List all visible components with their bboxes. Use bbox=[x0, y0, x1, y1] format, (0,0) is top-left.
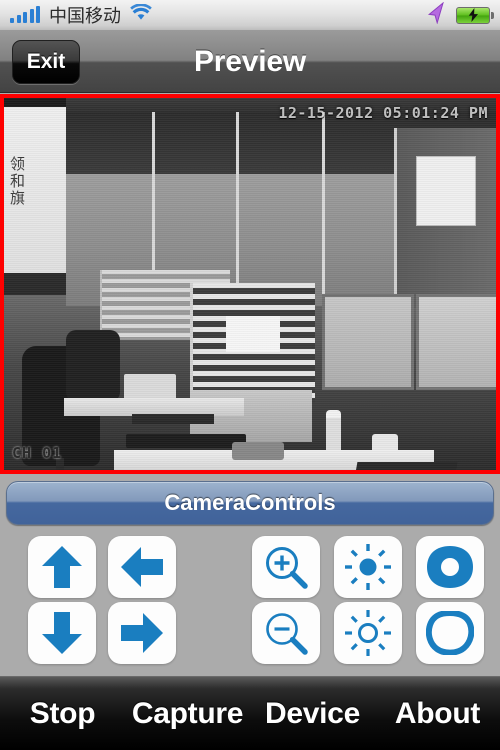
tab-bar: Stop Capture Device About bbox=[0, 676, 500, 750]
status-bar-right bbox=[426, 1, 494, 29]
wifi-icon bbox=[130, 3, 152, 26]
wall-calligraphy: 领和旗 bbox=[10, 155, 25, 207]
location-arrow-icon bbox=[426, 1, 446, 29]
magnifier-plus-icon bbox=[263, 544, 309, 590]
exit-button[interactable]: Exit bbox=[12, 39, 80, 84]
camera-controls-header-label: CameraControls bbox=[164, 490, 336, 515]
magnifier-minus-icon bbox=[263, 610, 309, 656]
arrow-up-icon bbox=[41, 545, 83, 589]
nav-bar: Exit Preview bbox=[0, 31, 500, 93]
sun-outline-icon bbox=[344, 609, 392, 657]
iris-open-icon bbox=[426, 545, 474, 589]
status-bar-left: 中国移动 bbox=[10, 2, 152, 28]
arrow-right-icon bbox=[120, 612, 164, 654]
signal-bars-icon bbox=[10, 6, 40, 23]
battery-charging-icon bbox=[456, 6, 494, 24]
brightness-up-button[interactable] bbox=[334, 536, 402, 598]
pan-right-button[interactable] bbox=[108, 602, 176, 664]
app-root: 中国移动 Exit Preview 领 和 旗 12-15-2012 05:01… bbox=[0, 0, 500, 750]
camera-controls-header[interactable]: CameraControls bbox=[6, 481, 494, 525]
exit-button-label: Exit bbox=[26, 49, 66, 73]
status-bar: 中国移动 bbox=[0, 0, 500, 31]
carrier-label: 中国移动 bbox=[49, 6, 121, 27]
iris-open-button[interactable] bbox=[416, 536, 484, 598]
arrow-left-icon bbox=[120, 546, 164, 588]
tab-device[interactable]: Device bbox=[250, 697, 375, 731]
pan-left-button[interactable] bbox=[108, 536, 176, 598]
iris-close-button[interactable] bbox=[416, 602, 484, 664]
arrow-down-icon bbox=[41, 611, 83, 655]
pan-up-button[interactable] bbox=[28, 536, 96, 598]
zoom-in-button[interactable] bbox=[252, 536, 320, 598]
tab-capture[interactable]: Capture bbox=[125, 697, 250, 731]
iris-close-icon bbox=[426, 611, 474, 655]
tab-about[interactable]: About bbox=[375, 697, 500, 731]
pan-down-button[interactable] bbox=[28, 602, 96, 664]
tab-stop[interactable]: Stop bbox=[0, 697, 125, 731]
video-scene: 领和旗 bbox=[4, 98, 496, 470]
video-preview[interactable]: 领和旗 12-15-2012 05:01:24 PM CH 01 bbox=[0, 94, 500, 474]
camera-controls-grid bbox=[0, 530, 500, 670]
zoom-out-button[interactable] bbox=[252, 602, 320, 664]
brightness-down-button[interactable] bbox=[334, 602, 402, 664]
sun-filled-icon bbox=[344, 543, 392, 591]
